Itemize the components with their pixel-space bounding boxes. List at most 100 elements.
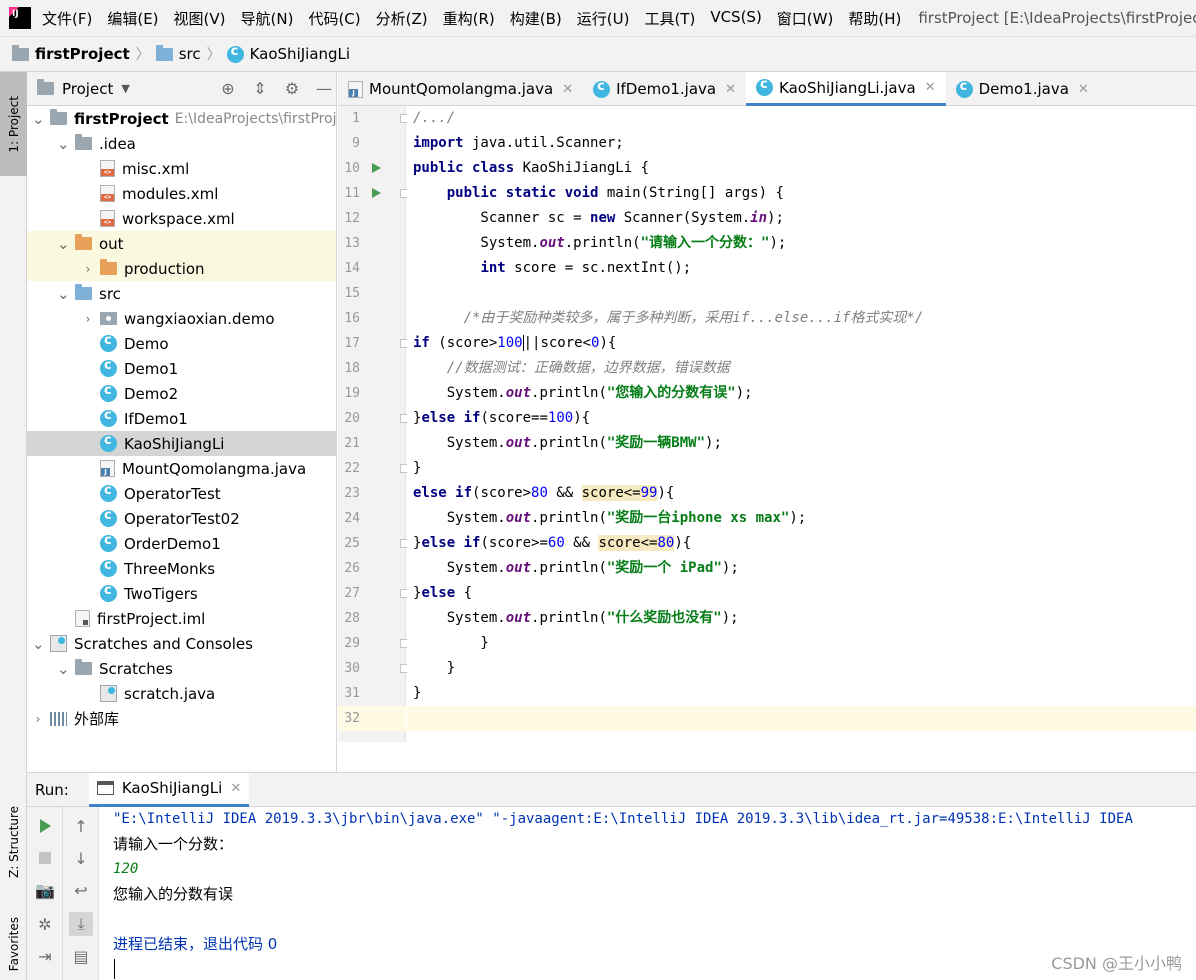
tree-item[interactable]: ›workspace.xml <box>27 206 336 231</box>
menu-item[interactable]: 工具(T) <box>644 8 695 29</box>
arrow-down-icon[interactable]: ↓ <box>69 846 93 870</box>
arrow-up-icon[interactable]: ↑ <box>69 814 93 838</box>
tree-item[interactable]: ›OperatorTest <box>27 481 336 506</box>
exit-icon[interactable]: ⇥ <box>33 944 57 968</box>
close-icon[interactable]: ✕ <box>725 82 736 97</box>
tree-item[interactable]: ›firstProject.iml <box>27 606 336 631</box>
code-line[interactable]: else if(score>80 && score<=99){ <box>407 481 1196 506</box>
run-gutter-icon[interactable] <box>372 163 381 173</box>
tree-item[interactable]: ›MountQomolangma.java <box>27 456 336 481</box>
tree-item[interactable]: ›modules.xml <box>27 181 336 206</box>
code-line[interactable]: if (score>100||score<0){ <box>407 331 1196 356</box>
code-line[interactable]: System.out.println("什么奖励也没有"); <box>407 606 1196 631</box>
code-line[interactable]: import java.util.Scanner; <box>407 131 1196 156</box>
chevron-down-icon[interactable]: ⌄ <box>57 136 70 151</box>
menu-item[interactable]: 帮助(H) <box>848 8 901 29</box>
settings-icon[interactable]: ✲ <box>33 912 57 936</box>
tree-item[interactable]: ›TwoTigers <box>27 581 336 606</box>
tree-item[interactable]: ›OperatorTest02 <box>27 506 336 531</box>
menu-item[interactable]: 文件(F) <box>42 8 92 29</box>
code-line[interactable]: int score = sc.nextInt(); <box>407 256 1196 281</box>
tree-item[interactable]: ›Demo1 <box>27 356 336 381</box>
breadcrumb-project[interactable]: firstProject <box>12 44 130 63</box>
tree-item[interactable]: › 外部库 <box>27 706 336 731</box>
tool-window-favorites[interactable]: Favorites <box>0 908 27 980</box>
chevron-right-icon[interactable]: › <box>32 712 44 726</box>
close-icon[interactable]: ✕ <box>1078 82 1089 97</box>
stop-icon[interactable] <box>33 846 57 870</box>
editor-tab[interactable]: MountQomolangma.java ✕ <box>338 72 583 106</box>
tool-window-project[interactable]: 1: Project <box>0 72 27 176</box>
code-line[interactable]: }else if(score==100){ <box>407 406 1196 431</box>
menu-item[interactable]: 导航(N) <box>241 8 294 29</box>
code-line[interactable]: System.out.println("奖励一个 iPad"); <box>407 556 1196 581</box>
scroll-to-end-icon[interactable]: ⤓ <box>69 912 93 936</box>
code-line[interactable]: public static void main(String[] args) { <box>407 181 1196 206</box>
tree-item[interactable]: ›OrderDemo1 <box>27 531 336 556</box>
menu-item[interactable]: 重构(R) <box>443 8 495 29</box>
chevron-right-icon[interactable]: › <box>82 312 94 326</box>
tree-item[interactable]: ⌄ firstProject E:\IdeaProjects\firstProj <box>27 106 336 131</box>
collapse-all-icon[interactable]: ⇕ <box>248 77 272 101</box>
tool-window-structure[interactable]: Z: Structure <box>0 790 27 894</box>
breadcrumb-class[interactable]: KaoShiJiangLi <box>226 44 350 63</box>
menu-item[interactable]: 构建(B) <box>510 8 562 29</box>
menu-item[interactable]: 窗口(W) <box>777 8 834 29</box>
print-icon[interactable]: ▤ <box>69 944 93 968</box>
menu-item[interactable]: 编辑(E) <box>107 8 158 29</box>
menu-item[interactable]: VCS(S) <box>710 8 761 29</box>
tree-item[interactable]: ⌄ src <box>27 281 336 306</box>
menu-item[interactable]: 视图(V) <box>174 8 226 29</box>
code-line[interactable]: /*由于奖励种类较多，属于多种判断，采用if...else...if格式实现*/ <box>407 306 1196 331</box>
chevron-down-icon[interactable]: ⌄ <box>32 111 45 126</box>
menu-item[interactable]: 代码(C) <box>308 8 360 29</box>
code-line[interactable]: } <box>407 681 1196 706</box>
close-icon[interactable]: ✕ <box>925 80 936 95</box>
close-icon[interactable]: ✕ <box>230 781 241 796</box>
code-line[interactable]: }else { <box>407 581 1196 606</box>
menu-item[interactable]: 运行(U) <box>577 8 630 29</box>
minimize-icon[interactable]: — <box>312 77 336 101</box>
code-editor[interactable]: /.../import java.util.Scanner; public cla… <box>407 106 1196 742</box>
project-view-selector[interactable]: Project <box>62 80 113 98</box>
code-line[interactable] <box>407 706 1196 731</box>
gear-icon[interactable]: ⚙ <box>280 77 304 101</box>
run-tab[interactable]: KaoShiJiangLi ✕ <box>88 772 250 807</box>
tree-item[interactable]: ⌄ Scratches and Consoles <box>27 631 336 656</box>
chevron-down-icon[interactable]: ⌄ <box>57 286 70 301</box>
code-line[interactable]: System.out.println("奖励一辆BMW"); <box>407 431 1196 456</box>
breadcrumb-src[interactable]: src <box>155 44 201 63</box>
chevron-right-icon[interactable]: › <box>82 262 94 276</box>
code-line[interactable]: System.out.println("奖励一台iphone xs max"); <box>407 506 1196 531</box>
locate-icon[interactable]: ⊕ <box>216 77 240 101</box>
tree-item[interactable]: ›misc.xml <box>27 156 336 181</box>
tree-item[interactable]: ›Demo <box>27 331 336 356</box>
code-line[interactable]: System.out.println("请输入一个分数："); <box>407 231 1196 256</box>
tree-item[interactable]: ⌄ out <box>27 231 336 256</box>
tree-item[interactable]: › production <box>27 256 336 281</box>
chevron-down-icon[interactable]: ⌄ <box>32 636 45 651</box>
editor-tab[interactable]: IfDemo1.java ✕ <box>583 72 746 106</box>
chevron-down-icon[interactable]: ⌄ <box>57 661 70 676</box>
code-line[interactable]: Scanner sc = new Scanner(System.in); <box>407 206 1196 231</box>
tree-item[interactable]: ⌄ .idea <box>27 131 336 156</box>
tree-item[interactable]: ›scratch.java <box>27 681 336 706</box>
code-line[interactable]: } <box>407 631 1196 656</box>
chevron-down-icon[interactable]: ▼ <box>121 82 129 95</box>
tree-item[interactable]: ›ThreeMonks <box>27 556 336 581</box>
menu-item[interactable]: 分析(Z) <box>376 8 428 29</box>
tree-item[interactable]: ⌄ Scratches <box>27 656 336 681</box>
code-line[interactable]: //数据测试：正确数据，边界数据，错误数据 <box>407 356 1196 381</box>
run-gutter-icon[interactable] <box>372 188 381 198</box>
editor-tab[interactable]: Demo1.java ✕ <box>946 72 1099 106</box>
chevron-down-icon[interactable]: ⌄ <box>57 236 70 251</box>
code-line[interactable]: }else if(score>=60 && score<=80){ <box>407 531 1196 556</box>
code-line[interactable]: public class KaoShiJiangLi { <box>407 156 1196 181</box>
code-line[interactable] <box>407 281 1196 306</box>
tree-item[interactable]: ›KaoShiJiangLi <box>27 431 336 456</box>
soft-wrap-icon[interactable]: ↩ <box>69 878 93 902</box>
console-output[interactable]: "E:\IntelliJ IDEA 2019.3.3\jbr\bin\java.… <box>113 807 1196 980</box>
tree-item[interactable]: ›IfDemo1 <box>27 406 336 431</box>
code-line[interactable]: System.out.println("您输入的分数有误"); <box>407 381 1196 406</box>
editor-tab[interactable]: KaoShiJiangLi.java ✕ <box>746 72 946 106</box>
